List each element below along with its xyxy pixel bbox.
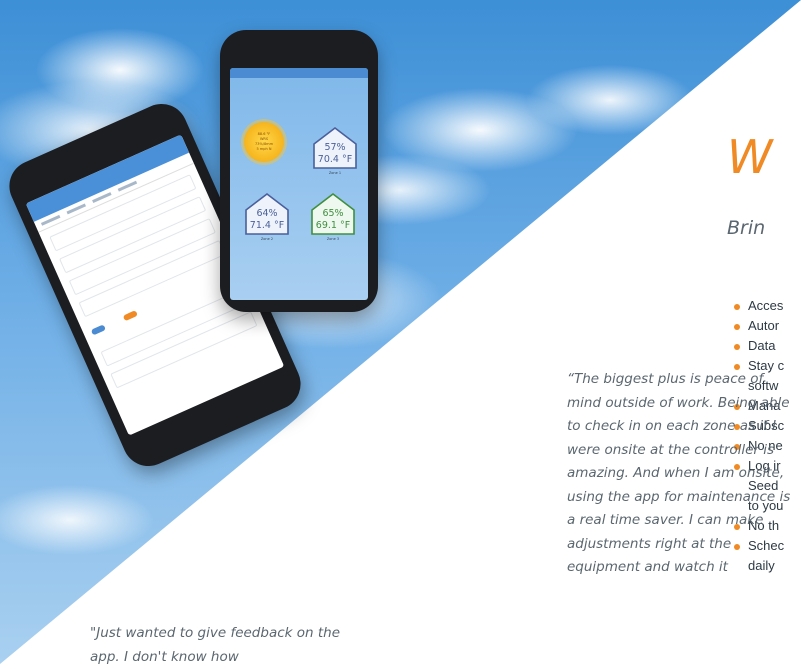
feature-text: Data [748, 338, 776, 353]
status-chip [122, 310, 139, 322]
status-chip [90, 324, 106, 336]
weather-line: 5 mph N [256, 147, 272, 151]
zone-humidity: 65% [322, 208, 344, 219]
page-heading: W [727, 130, 774, 184]
feature-text: Acces [748, 298, 784, 313]
testimonial-quote-secondary: "Just wanted to give feedback on the app… [90, 625, 341, 665]
weather-sun-icon: 88.6 °F WRS 73%/8mm 5 mph N [244, 122, 284, 162]
feature-item: Autor [734, 316, 784, 336]
zone-humidity: 64% [256, 208, 278, 219]
zone-name: Zone 1 [328, 171, 342, 175]
bullet-icon [734, 344, 740, 350]
phone-screen-dashboard: 88.6 °F WRS 73%/8mm 5 mph N 57% 70.4 °F … [230, 68, 368, 300]
zone-name: Zone 3 [326, 237, 340, 241]
testimonial-quote-main: “The biggest plus is peace of mind outsi… [567, 371, 791, 575]
zone-temperature: 69.1 °F [315, 220, 351, 231]
zone-name: Zone 2 [260, 237, 274, 241]
bullet-icon [734, 304, 740, 310]
feature-text: Autor [748, 318, 780, 333]
app-status-strip [230, 68, 368, 78]
zone-temperature: 71.4 °F [249, 220, 285, 231]
zone-card-3: 65% 69.1 °F Zone 3 [310, 192, 356, 241]
phone-mockup-dashboard: 88.6 °F WRS 73%/8mm 5 mph N 57% 70.4 °F … [220, 30, 378, 312]
bullet-icon [734, 324, 740, 330]
zone-card-2: 64% 71.4 °F Zone 2 [244, 192, 290, 241]
feature-item: Acces [734, 296, 784, 316]
zone-card-1: 57% 70.4 °F Zone 1 [312, 126, 358, 175]
zone-humidity: 57% [324, 142, 346, 153]
zone-temperature: 70.4 °F [317, 154, 353, 165]
page-subheading: Brin [727, 217, 766, 239]
feature-item: Data [734, 336, 784, 356]
